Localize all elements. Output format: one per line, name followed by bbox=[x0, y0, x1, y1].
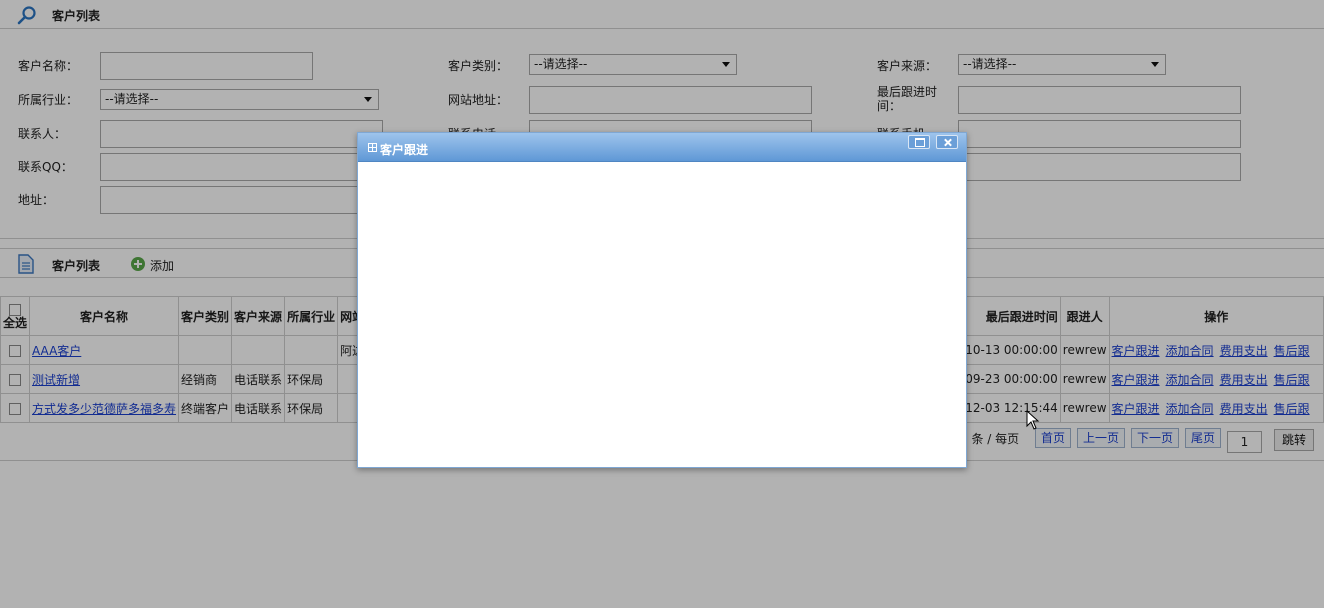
close-button[interactable] bbox=[936, 135, 958, 149]
maximize-button[interactable] bbox=[908, 135, 930, 149]
dialog-title: 客户跟进 bbox=[380, 143, 429, 157]
dialog-body bbox=[358, 162, 966, 467]
mouse-cursor-icon bbox=[1026, 410, 1040, 430]
dialog-header: 客户跟进 bbox=[358, 133, 966, 162]
customer-follow-dialog: 客户跟进 bbox=[357, 132, 967, 468]
window-icon bbox=[368, 143, 377, 152]
